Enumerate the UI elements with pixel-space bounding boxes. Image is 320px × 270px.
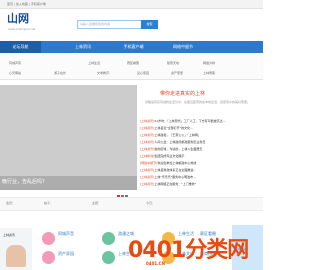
stat-members: 会员： — [6, 201, 16, 205]
news-item[interactable]: [上林资讯]上林政和，「王家公公」「上林网」 — [140, 133, 201, 137]
news-tag: [上林资讯] — [140, 126, 155, 130]
subnav-item[interactable]: 网络沪牌 — [203, 61, 215, 65]
subnav-item[interactable]: 赛区看圈 — [127, 61, 139, 65]
sub-nav — [0, 55, 263, 80]
watermark-url: 0401.CN — [146, 261, 165, 266]
subnav-item[interactable]: 爱心家园 — [137, 71, 149, 75]
news-item[interactable]: [上林资讯]新的区域，为感的，上林人生面居无 — [140, 147, 202, 151]
category-icon — [42, 251, 55, 264]
news-text[interactable]: 人间公益：上林政府邮政服务区业务员 — [154, 140, 205, 144]
news-item[interactable]: [网络中留节]欢迎您参加上林邮政中心热线 — [140, 161, 196, 165]
category-title[interactable]: 上林生活 — [178, 231, 194, 236]
news-panel-title: 带你走进真实的上林 — [160, 91, 206, 97]
subnav-item[interactable]: 心灵驿站 — [9, 71, 21, 75]
left-feature-label: 上林资讯 — [3, 233, 16, 237]
news-tag: [上林新闻] — [140, 154, 155, 158]
subnav-item[interactable]: 资产家里 — [171, 71, 183, 75]
news-item[interactable]: [上林资讯]21岁时：「上林现代」工厂人工，下方有可能放高达... — [140, 119, 226, 123]
forum-stats-bar — [0, 197, 263, 211]
nav-tab-forum[interactable]: 论坛导航 — [0, 41, 41, 53]
category-icon — [42, 232, 55, 245]
news-item[interactable]: [上林资讯]人间公益：上林政府邮政服务区业务员 — [140, 140, 205, 144]
subnav-item[interactable]: 文学教育 — [97, 71, 109, 75]
stat-today: 今日： — [146, 201, 156, 205]
subnav-item[interactable]: 游子在外 — [54, 71, 66, 75]
news-text[interactable]: 欢迎您参加上林邮政中心热线 — [157, 161, 196, 165]
category-title[interactable]: 同城声音 — [58, 231, 74, 236]
news-tag: [上林资讯] — [140, 140, 155, 144]
category-icon — [102, 251, 115, 264]
left-feature-image — [6, 245, 26, 267]
news-text[interactable]: 上林县财政体系正在全面推进... — [154, 168, 196, 172]
news-item[interactable]: [上林新闻]集团完成专业文化展示 — [140, 154, 184, 158]
nav-tab-mobile[interactable]: 手机客户端 — [115, 41, 152, 53]
news-tag: [上林资讯] — [140, 119, 155, 123]
news-tag: [网络中留节] — [140, 161, 158, 165]
news-tag: [上林资讯] — [140, 182, 155, 186]
top-bar-links[interactable]: 首页 | 加入收藏 | 手机客户端 — [7, 2, 46, 6]
subnav-item[interactable]: 上林生活 — [88, 61, 100, 65]
category-title[interactable]: 赛区看圈 — [200, 231, 216, 236]
search-button[interactable]: 搜索 — [141, 20, 158, 29]
stat-topics: 主题： — [92, 201, 102, 205]
news-panel-desc: 领略最真实真诚的生活分享：在路近距离的在本地生活、感受家乡的美好家居。 — [145, 100, 251, 104]
news-tag: [上林资讯] — [140, 133, 155, 137]
news-tag: [上林资讯] — [140, 175, 155, 179]
news-text[interactable]: 上林政和，「王家公公」「上林网」 — [154, 133, 201, 137]
news-item[interactable]: [上林资讯]上林县财政体系正在全面推进... — [140, 168, 196, 172]
banner-slideshow[interactable] — [0, 85, 137, 190]
category-icon — [102, 232, 115, 245]
nav-tab-festival[interactable]: 网络中留节 — [165, 41, 201, 53]
site-url: www.shanghai.net — [8, 27, 36, 31]
stat-posts: 帖子： — [44, 201, 54, 205]
news-text[interactable]: 上林网络正在服务："上门维修" — [154, 182, 196, 186]
news-text[interactable]: 集团完成专业文化展示 — [154, 154, 184, 158]
search-placeholder: 请输入您要搜索的内容 — [80, 22, 111, 26]
subnav-item[interactable]: 随意天地 — [167, 61, 179, 65]
subnav-item[interactable]: 同城声音 — [9, 61, 21, 65]
site-logo[interactable]: 山网 — [7, 13, 29, 25]
news-item[interactable]: [上林资讯]上林县近"全部打开"的文化... — [140, 126, 193, 130]
news-text[interactable]: 上林"乐乐乐"服务中心明发布... — [154, 175, 196, 179]
category-title[interactable]: 游漫之城 — [118, 231, 134, 236]
banner-caption[interactable]: 晚行业，告乱后吗？ — [2, 178, 47, 186]
news-text[interactable]: 21岁时：「上林现代」工厂人工，下方有可能放高达... — [154, 119, 225, 123]
category-title[interactable]: 资产家园 — [58, 251, 74, 256]
subnav-item[interactable]: 上林博客 — [203, 71, 215, 75]
nav-tab-news[interactable]: 上林资讯 — [67, 41, 99, 53]
news-text[interactable]: 上林县近"全部打开"的文化... — [154, 126, 193, 130]
news-tag: [上林资讯] — [140, 147, 155, 151]
news-tag: [上林资讯] — [140, 168, 155, 172]
news-text[interactable]: 新的区域，为感的，上林人生面居无 — [154, 147, 202, 151]
news-item[interactable]: [上林资讯]上林"乐乐乐"服务中心明发布... — [140, 175, 196, 179]
news-item[interactable]: [上林资讯]上林网络正在服务："上门维修" — [140, 182, 196, 186]
